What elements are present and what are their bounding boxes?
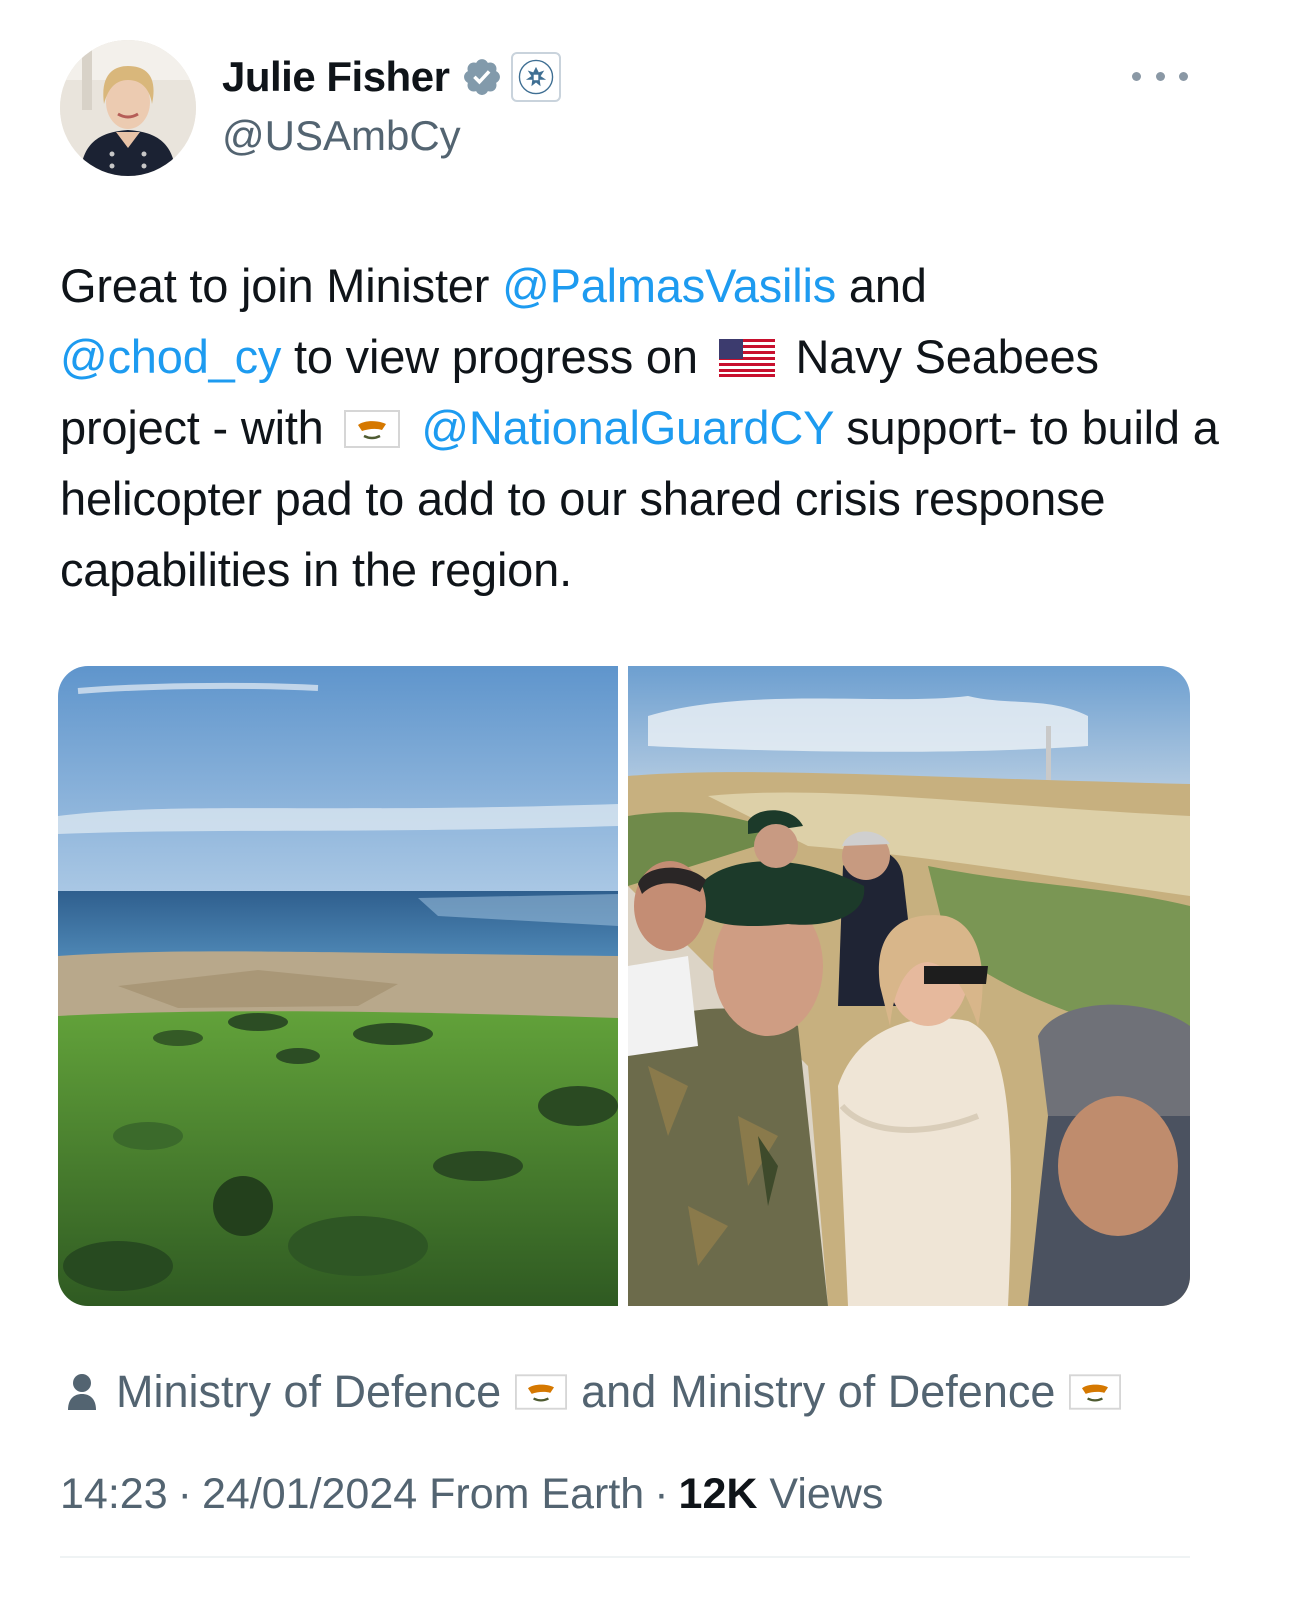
person-icon — [68, 1374, 96, 1410]
tagged-account-1[interactable]: Ministry of Defence — [116, 1366, 501, 1418]
tweet-time[interactable]: 14:23 — [60, 1470, 168, 1519]
tweet-date[interactable]: 24/01/2024 — [202, 1470, 417, 1519]
mention-palmas-vasilis[interactable]: @PalmasVasilis — [502, 259, 836, 312]
us-great-seal-icon — [511, 52, 562, 102]
views-label: Views — [769, 1470, 884, 1518]
tweet-text: Great to join Minister @PalmasVasilis an… — [60, 250, 1240, 605]
text-segment: to view progress on — [281, 330, 698, 383]
more-dot-icon — [1132, 71, 1141, 81]
meta-separator: · — [177, 1470, 192, 1518]
text-segment: and — [836, 259, 927, 312]
photo-landscape[interactable] — [58, 666, 618, 1306]
cyprus-flag-icon — [1069, 1374, 1122, 1410]
more-dot-icon — [1179, 71, 1188, 81]
tagged-joiner: and — [581, 1366, 657, 1417]
group-image — [628, 666, 1190, 1306]
tagged-accounts: Ministry of Defence and Ministry of Defe… — [66, 1366, 1122, 1418]
tweet-meta: 14:23 · 24/01/2024 From Earth · 12K View… — [60, 1470, 883, 1519]
divider — [60, 1556, 1190, 1558]
author-name[interactable]: Julie Fisher — [222, 53, 450, 101]
more-options-button[interactable] — [1132, 58, 1188, 94]
tweet-source: From Earth — [429, 1470, 645, 1518]
verified-badge-icon[interactable] — [461, 56, 503, 98]
meta-separator: · — [654, 1470, 669, 1518]
mention-national-guard-cy[interactable]: @NationalGuardCY — [421, 401, 833, 454]
mention-chod-cy[interactable]: @chod_cy — [60, 330, 281, 383]
views-count: 12K — [678, 1470, 758, 1518]
tweet-detail: Julie Fisher @USAmbCy Great to join Mini… — [0, 0, 1290, 1623]
cyprus-flag-icon — [344, 410, 401, 448]
us-flag-icon — [718, 339, 775, 377]
tagged-account-2[interactable]: Ministry of Defence — [670, 1366, 1055, 1418]
text-segment: Great to join Minister — [60, 259, 503, 312]
cyprus-flag-icon — [515, 1374, 568, 1410]
landscape-image — [58, 666, 618, 1306]
more-dot-icon — [1155, 71, 1165, 81]
photo-group-overlook[interactable] — [628, 666, 1190, 1306]
author-name-row: Julie Fisher — [222, 52, 562, 102]
author-handle[interactable]: @USAmbCy — [222, 112, 461, 160]
media-grid — [58, 666, 1190, 1306]
avatar[interactable] — [60, 40, 196, 176]
